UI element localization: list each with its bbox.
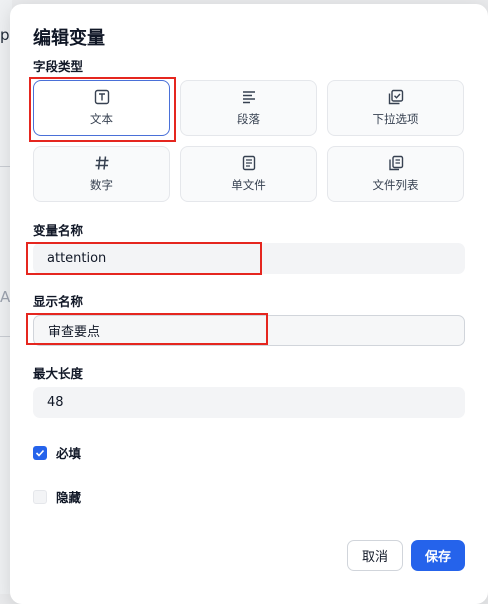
max-length-label: 最大长度 xyxy=(33,366,84,381)
dialog-title: 编辑变量 xyxy=(33,28,105,49)
hash-icon xyxy=(95,156,108,170)
field-type-label-text: 文本 xyxy=(90,112,113,126)
field-type-label-file-list: 文件列表 xyxy=(372,178,419,192)
field-type-text[interactable]: 文本 xyxy=(33,80,170,136)
text-type-icon xyxy=(94,89,109,105)
paragraph-icon xyxy=(242,91,255,104)
field-type-dropdown[interactable]: 下拉选项 xyxy=(327,80,464,136)
field-type-label-dropdown: 下拉选项 xyxy=(372,112,419,126)
cancel-button[interactable]: 取消 xyxy=(347,540,403,571)
dropdown-check-icon xyxy=(388,89,403,105)
display-name-label: 显示名称 xyxy=(33,294,84,309)
variable-name-input[interactable]: attention xyxy=(33,243,465,274)
files-icon xyxy=(388,155,403,171)
check-icon xyxy=(35,449,45,457)
field-type-label-number: 数字 xyxy=(90,178,113,192)
display-name-input[interactable]: 审查要点 xyxy=(33,315,465,346)
hidden-row[interactable]: 隐藏 xyxy=(33,487,81,506)
variable-name-label: 变量名称 xyxy=(33,223,84,238)
background-text-fragment: A xyxy=(0,288,11,306)
field-type-label: 字段类型 xyxy=(33,59,84,74)
max-length-input[interactable]: 48 xyxy=(33,387,465,418)
required-label: 必填 xyxy=(56,446,82,461)
file-icon xyxy=(242,155,255,171)
field-type-label-paragraph: 段落 xyxy=(237,112,260,126)
hidden-label: 隐藏 xyxy=(56,490,82,505)
field-type-number[interactable]: 数字 xyxy=(33,146,170,202)
field-type-file-list[interactable]: 文件列表 xyxy=(327,146,464,202)
edit-variable-dialog: 编辑变量 字段类型 文本 段落 下拉选项 数字 单文件 文件列表 变量名称 at… xyxy=(10,4,488,604)
background-text-fragment: p xyxy=(0,26,10,44)
field-type-single-file[interactable]: 单文件 xyxy=(180,146,317,202)
hidden-checkbox[interactable] xyxy=(33,489,47,504)
required-checkbox[interactable] xyxy=(33,445,47,460)
field-type-label-single-file: 单文件 xyxy=(231,178,266,192)
field-type-paragraph[interactable]: 段落 xyxy=(180,80,317,136)
required-row[interactable]: 必填 xyxy=(33,443,81,462)
save-button[interactable]: 保存 xyxy=(411,540,465,571)
